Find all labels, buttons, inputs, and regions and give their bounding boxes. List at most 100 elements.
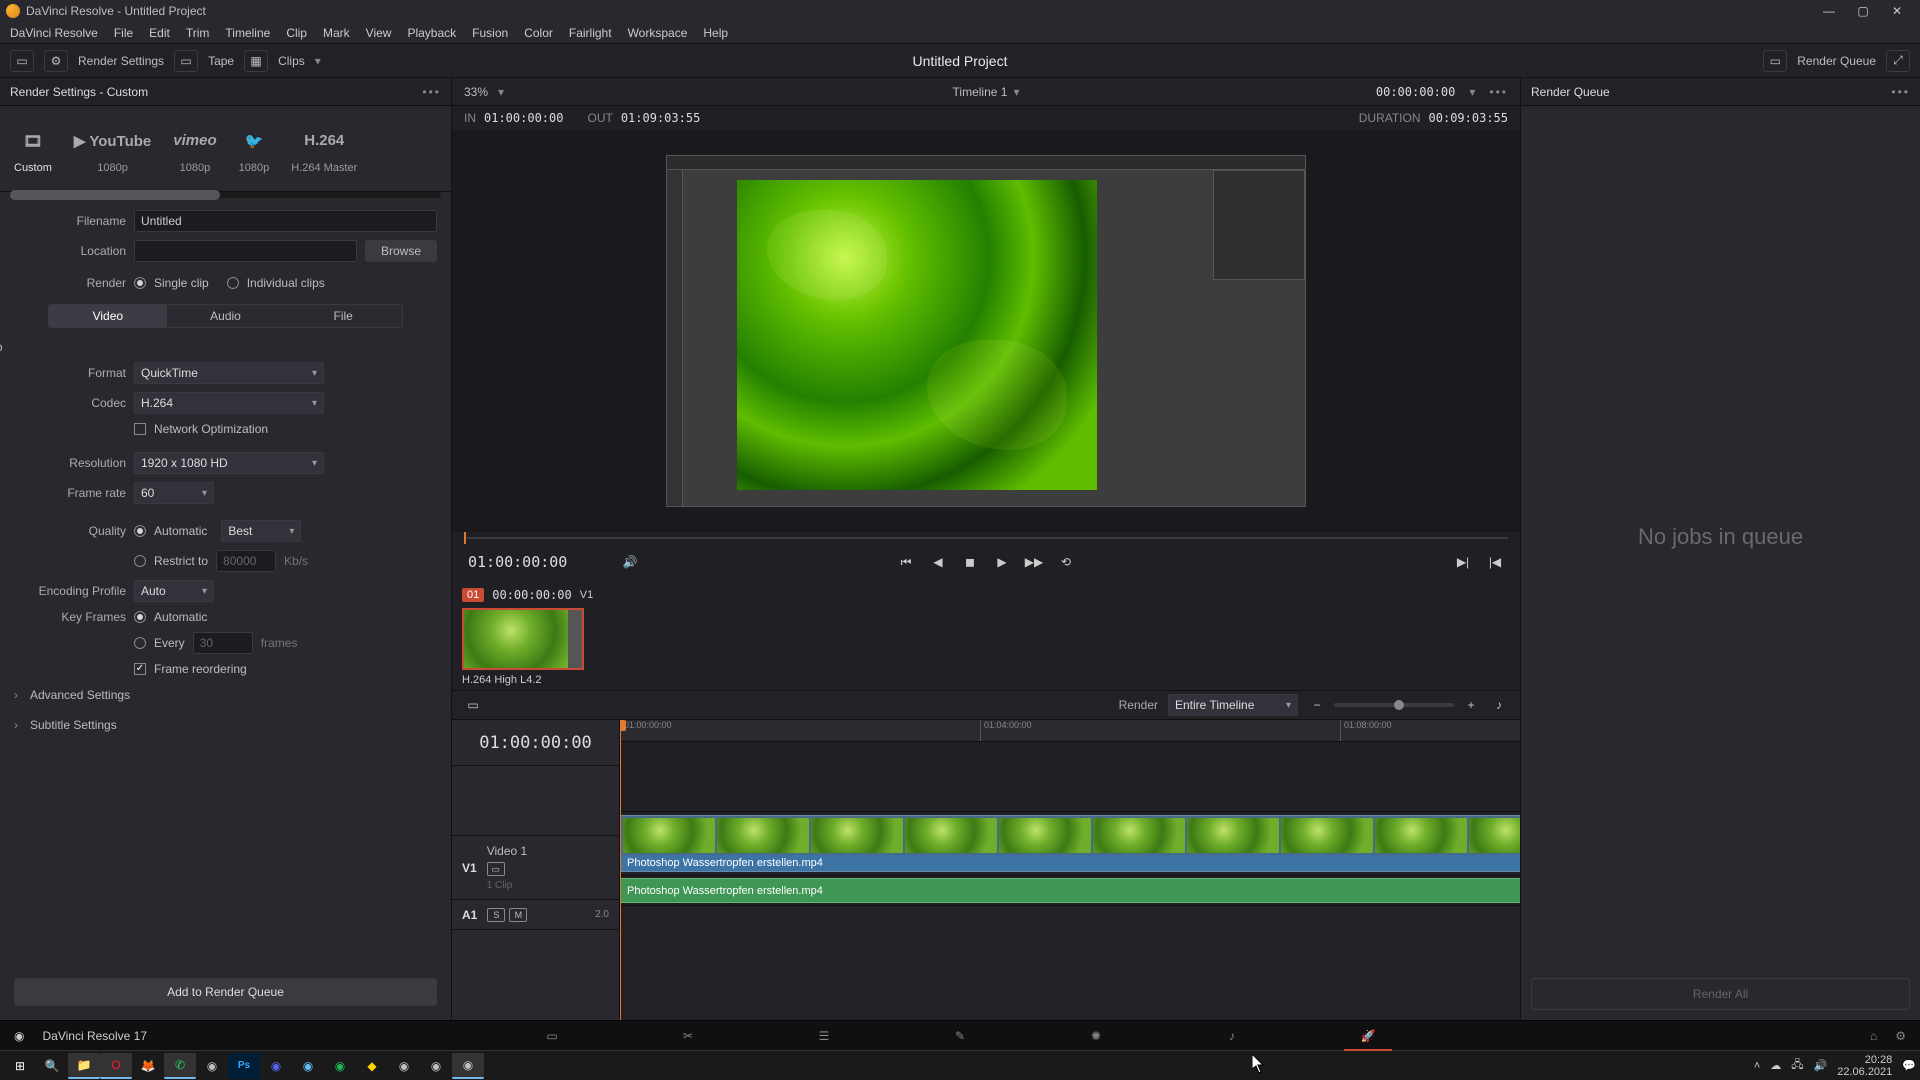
timeline-tracks[interactable]: 01:00:00:00 01:04:00:00 01:08:00:00 Phot… <box>620 720 1520 1020</box>
app-icon-4[interactable]: ◉ <box>420 1053 452 1079</box>
menu-trim[interactable]: Trim <box>180 24 216 42</box>
loop-icon[interactable]: ⟲ <box>1057 553 1075 571</box>
kf-auto-label[interactable]: Automatic <box>154 610 207 624</box>
tray-notifications-icon[interactable]: 💬 <box>1902 1059 1916 1072</box>
render-scope-select[interactable]: Entire Timeline <box>1168 694 1298 716</box>
timeline-tc[interactable]: 01:00:00:00 <box>452 720 619 766</box>
render-settings-label[interactable]: Render Settings <box>78 54 164 68</box>
quality-auto-label[interactable]: Automatic <box>154 524 207 538</box>
page-fusion[interactable]: ✎ <box>932 1021 988 1051</box>
app-icon-2[interactable]: ◆ <box>356 1053 388 1079</box>
menu-help[interactable]: Help <box>697 24 734 42</box>
tab-audio[interactable]: Audio <box>167 305 285 327</box>
individual-clips-label[interactable]: Individual clips <box>247 276 325 290</box>
panel-menu-icon[interactable]: ••• <box>422 85 441 99</box>
tape-label[interactable]: Tape <box>208 54 234 68</box>
play-icon[interactable]: ▶ <box>993 553 1011 571</box>
timeline-name[interactable]: Timeline 1 <box>953 85 1008 99</box>
opera-icon[interactable]: O <box>100 1053 132 1079</box>
export-video-label[interactable]: Export Video <box>0 340 3 354</box>
tape-icon[interactable]: ▭ <box>174 50 198 72</box>
individual-clips-radio[interactable] <box>227 277 239 289</box>
page-fairlight[interactable]: ♪ <box>1204 1021 1260 1051</box>
single-clip-label[interactable]: Single clip <box>154 276 209 290</box>
stop-icon[interactable]: ◼ <box>961 553 979 571</box>
codec-select[interactable]: H.264 <box>134 392 324 414</box>
menu-workspace[interactable]: Workspace <box>622 24 694 42</box>
netopt-checkbox[interactable] <box>134 423 146 435</box>
next-frame-icon[interactable]: ▶▶ <box>1025 553 1043 571</box>
preset-scrollbar[interactable] <box>10 192 441 198</box>
encprof-select[interactable]: Auto <box>134 580 214 602</box>
workspace-layout-icon[interactable]: ▭ <box>10 50 34 72</box>
page-media[interactable]: ▭ <box>524 1021 580 1051</box>
clips-icon[interactable]: ▦ <box>244 50 268 72</box>
zoom-slider[interactable] <box>1334 703 1454 707</box>
menu-timeline[interactable]: Timeline <box>219 24 276 42</box>
tray-chevron-icon[interactable]: ˄ <box>1754 1060 1760 1072</box>
playhead[interactable] <box>620 720 621 1020</box>
viewer-menu-icon[interactable]: ••• <box>1489 85 1508 99</box>
app-icon-3[interactable]: ◉ <box>388 1053 420 1079</box>
maximize-button[interactable]: ▢ <box>1846 1 1880 21</box>
settings-icon[interactable]: ⚙ <box>1895 1029 1906 1043</box>
restrict-radio[interactable] <box>134 555 146 567</box>
menu-fairlight[interactable]: Fairlight <box>563 24 618 42</box>
render-queue-icon[interactable]: ▭ <box>1763 50 1787 72</box>
tray-network-icon[interactable]: 🖧 <box>1791 1056 1803 1075</box>
video-clip[interactable]: Photoshop Wassertropfen erstellen.mp4 <box>620 815 1520 872</box>
menu-file[interactable]: File <box>108 24 139 42</box>
chrome-icon[interactable]: ◉ <box>196 1053 228 1079</box>
time-ruler[interactable]: 01:00:00:00 01:04:00:00 01:08:00:00 <box>620 720 1520 742</box>
mark-out-icon[interactable]: |◀ <box>1486 553 1504 571</box>
page-edit[interactable]: ☰ <box>796 1021 852 1051</box>
netopt-label[interactable]: Network Optimization <box>154 422 268 436</box>
photoshop-icon[interactable]: Ps <box>228 1053 260 1079</box>
page-deliver[interactable]: 🚀 <box>1340 1021 1396 1051</box>
fps-select[interactable]: 60 <box>134 482 214 504</box>
zoom-out-icon[interactable]: − <box>1308 696 1326 714</box>
kf-every-label[interactable]: Every <box>154 636 185 650</box>
resolve-taskbar-icon[interactable]: ◉ <box>452 1053 484 1079</box>
restrict-input[interactable]: 80000 <box>216 550 276 572</box>
advanced-settings-expand[interactable]: Advanced Settings <box>14 684 437 706</box>
quality-auto-radio[interactable] <box>134 525 146 537</box>
location-input[interactable] <box>134 240 357 262</box>
v1-toggle-icon[interactable]: ▭ <box>487 862 505 876</box>
first-frame-icon[interactable]: ⏮ <box>897 553 915 571</box>
kf-every-input[interactable]: 30 <box>193 632 253 654</box>
page-color[interactable]: ✺ <box>1068 1021 1124 1051</box>
a1-track[interactable]: Photoshop Wassertropfen erstellen.mp4 <box>620 876 1520 906</box>
tab-file[interactable]: File <box>284 305 402 327</box>
menu-clip[interactable]: Clip <box>280 24 313 42</box>
audio-panel-icon[interactable]: ♪ <box>1490 696 1508 714</box>
volume-icon[interactable]: 🔊 <box>621 553 639 571</box>
clips-dropdown-icon[interactable]: ▾ <box>315 54 321 68</box>
render-settings-icon[interactable]: ⚙ <box>44 50 68 72</box>
tray-cloud-icon[interactable]: ☁ <box>1770 1059 1781 1072</box>
mark-in-icon[interactable]: ▶| <box>1454 553 1472 571</box>
kf-auto-radio[interactable] <box>134 611 146 623</box>
tray-datetime[interactable]: 20:28 22.06.2021 <box>1837 1054 1892 1078</box>
search-icon[interactable]: 🔍 <box>36 1053 68 1079</box>
menu-mark[interactable]: Mark <box>317 24 356 42</box>
clip-thumbnail[interactable] <box>462 608 584 670</box>
whatsapp-icon[interactable]: ✆ <box>164 1053 196 1079</box>
kf-every-radio[interactable] <box>134 637 146 649</box>
preset-h264[interactable]: H.264 H.264 Master <box>291 124 357 174</box>
add-to-queue-button[interactable]: Add to Render Queue <box>14 978 437 1006</box>
single-clip-radio[interactable] <box>134 277 146 289</box>
firefox-icon[interactable]: 🦊 <box>132 1053 164 1079</box>
timeline-dropdown-icon[interactable]: ▾ <box>1013 85 1019 99</box>
tray-volume-icon[interactable]: 🔊 <box>1814 1059 1828 1072</box>
expand-icon[interactable]: ⤢ <box>1886 50 1910 72</box>
viewer-tc-right[interactable]: 00:00:00:00 <box>1376 85 1455 99</box>
in-tc[interactable]: 01:00:00:00 <box>484 111 563 125</box>
explorer-icon[interactable]: 📁 <box>68 1053 100 1079</box>
close-button[interactable]: ✕ <box>1880 1 1914 21</box>
page-cut[interactable]: ✂ <box>660 1021 716 1051</box>
format-select[interactable]: QuickTime <box>134 362 324 384</box>
start-button[interactable]: ⊞ <box>4 1053 36 1079</box>
render-queue-label[interactable]: Render Queue <box>1797 54 1876 68</box>
queue-menu-icon[interactable]: ••• <box>1891 85 1910 99</box>
